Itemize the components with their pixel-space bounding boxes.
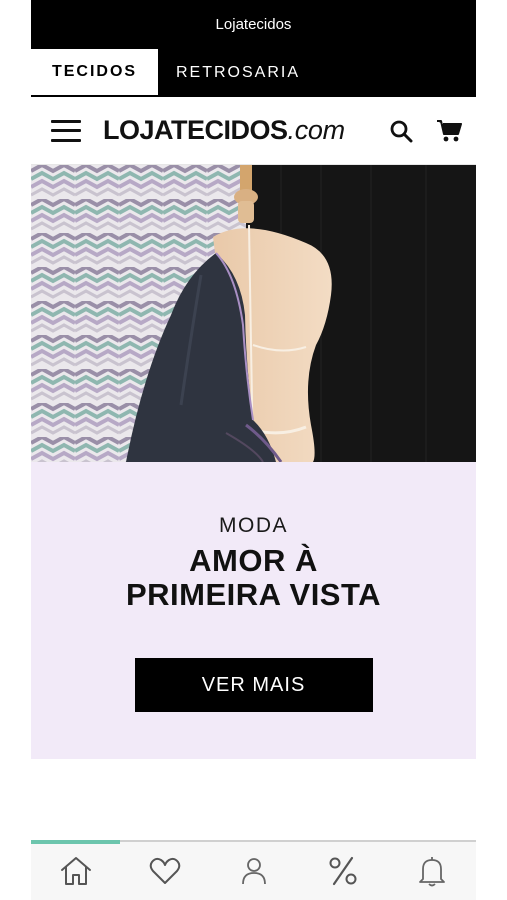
active-tab-indicator <box>31 840 120 844</box>
percent-icon <box>329 856 356 886</box>
heart-icon <box>149 857 180 884</box>
app-title: Lojatecidos <box>215 16 292 33</box>
search-icon[interactable] <box>388 118 414 144</box>
hero-banner-image[interactable] <box>31 165 476 462</box>
nav-favorites[interactable] <box>120 842 209 900</box>
nav-promotions[interactable] <box>298 842 387 900</box>
ver-mais-button[interactable]: VER MAIS <box>134 658 373 712</box>
site-logo[interactable]: LOJATECIDOS .com <box>103 115 345 146</box>
bell-icon <box>418 857 445 887</box>
nav-notifications[interactable] <box>387 842 476 900</box>
bottom-navigation <box>31 840 476 900</box>
tab-tecidos[interactable]: TECIDOS <box>31 49 158 97</box>
logo-main-text: LOJATECIDOS <box>103 115 288 145</box>
mannequin-with-fabric-illustration <box>31 165 476 462</box>
promo-kicker: MODA <box>219 514 288 537</box>
site-header: LOJATECIDOS .com <box>31 97 476 165</box>
promo-section: MODA AMOR À PRIMEIRA VISTA VER MAIS <box>31 462 476 759</box>
home-icon <box>60 857 91 885</box>
app-title-bar: Lojatecidos <box>31 0 476 49</box>
nav-account[interactable] <box>209 842 298 900</box>
user-icon <box>241 858 266 885</box>
header-actions <box>388 118 462 144</box>
cart-icon[interactable] <box>436 118 462 144</box>
app-frame: Lojatecidos TECIDOS RETROSARIA LOJATECID… <box>31 0 476 900</box>
logo-extension-text: .com <box>287 115 346 145</box>
tab-retrosaria[interactable]: RETROSARIA <box>158 49 300 97</box>
promo-title: AMOR À PRIMEIRA VISTA <box>125 543 381 612</box>
category-tabs: TECIDOS RETROSARIA <box>31 49 476 97</box>
menu-icon[interactable] <box>51 119 81 142</box>
nav-home[interactable] <box>31 842 120 900</box>
